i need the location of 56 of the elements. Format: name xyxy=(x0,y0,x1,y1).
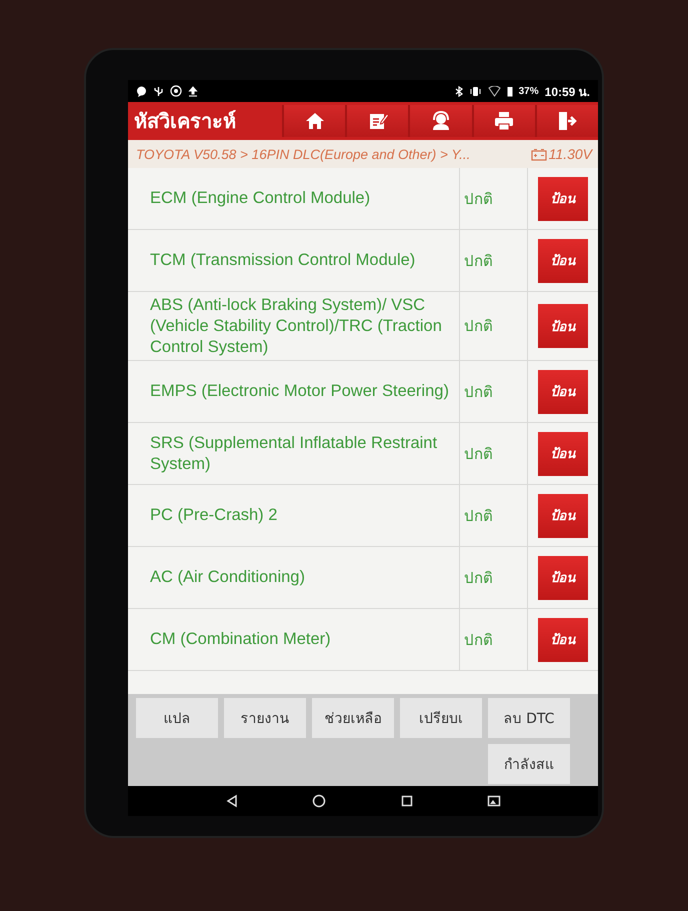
enter-button[interactable]: ป้อน xyxy=(538,556,588,600)
enter-button[interactable]: ป้อน xyxy=(538,238,588,282)
home-icon xyxy=(304,110,326,132)
enter-button[interactable]: ป้อน xyxy=(538,176,588,220)
system-name: ECM (Engine Control Module) xyxy=(128,168,460,229)
system-name: TCM (Transmission Control Module) xyxy=(128,230,460,291)
exit-door-icon xyxy=(556,110,578,132)
headset-person-icon xyxy=(430,110,452,132)
upload-icon xyxy=(188,86,198,96)
clock: 10:59 น. xyxy=(544,84,590,100)
headset-person-button[interactable] xyxy=(408,105,472,137)
system-status: ปกติ xyxy=(460,361,528,422)
voltage-reading: 11.30V xyxy=(548,146,592,162)
enter-button[interactable]: ป้อน xyxy=(538,618,588,662)
usb-icon xyxy=(153,86,164,96)
exit-door-button[interactable] xyxy=(534,105,598,137)
enter-button[interactable]: ป้อน xyxy=(538,432,588,476)
toolbar-button[interactable]: แปล xyxy=(136,698,218,738)
back-icon[interactable] xyxy=(224,794,239,808)
printer-button[interactable] xyxy=(472,105,535,137)
system-name: AC (Air Conditioning) xyxy=(128,547,460,608)
image-icon[interactable] xyxy=(487,794,502,808)
system-name: SRS (Supplemental Inflatable Restraint System) xyxy=(128,423,460,484)
system-name: PC (Pre-Crash) 2 xyxy=(128,485,460,546)
system-status: ปกติ xyxy=(460,547,528,608)
edit-button[interactable] xyxy=(345,105,408,137)
home-icon[interactable] xyxy=(312,794,326,808)
chat-bubble-icon xyxy=(136,86,147,96)
system-status: ปกติ xyxy=(460,485,528,546)
vibrate-icon xyxy=(468,86,482,96)
toolbar-button[interactable]: ช่วยเหลือ xyxy=(312,698,394,738)
printer-icon xyxy=(493,110,516,132)
toolbar-button[interactable]: ลบ DTC xyxy=(488,698,570,738)
bluetooth-icon xyxy=(454,86,463,96)
system-name: ABS (Anti-lock Braking System)/ VSC (Vehicle Stability Control)/TRC (Traction Control System) xyxy=(128,292,460,360)
enter-button[interactable]: ป้อน xyxy=(538,304,588,348)
enter-button[interactable]: ป้อน xyxy=(538,494,588,538)
battery-icon xyxy=(506,86,513,96)
system-name: CM (Combination Meter) xyxy=(128,609,460,670)
toolbar-button[interactable]: รายงาน xyxy=(224,698,306,738)
enter-button[interactable]: ป้อน xyxy=(538,370,588,414)
home-button[interactable] xyxy=(282,105,346,137)
system-status: ปกติ xyxy=(460,292,528,360)
app-title: หัสวิเคราะห์ xyxy=(133,109,237,135)
battery-percentage: 37% xyxy=(518,86,539,96)
battery-icon xyxy=(530,148,547,160)
system-status: ปกติ xyxy=(460,609,528,670)
wifi-icon xyxy=(488,86,501,96)
toolbar-button[interactable]: กำลังสแ xyxy=(488,744,570,784)
toolbar-button[interactable]: เปรียบเ xyxy=(400,698,482,738)
system-name: EMPS (Electronic Motor Power Steering) xyxy=(128,361,460,422)
system-status: ปกติ xyxy=(460,423,528,484)
system-status: ปกติ xyxy=(460,168,528,229)
system-status: ปกติ xyxy=(460,230,528,291)
recents-icon[interactable] xyxy=(400,794,414,808)
breadcrumb-path: TOYOTA V50.58 > 16PIN DLC(Europe and Other) > Y... xyxy=(136,146,470,162)
